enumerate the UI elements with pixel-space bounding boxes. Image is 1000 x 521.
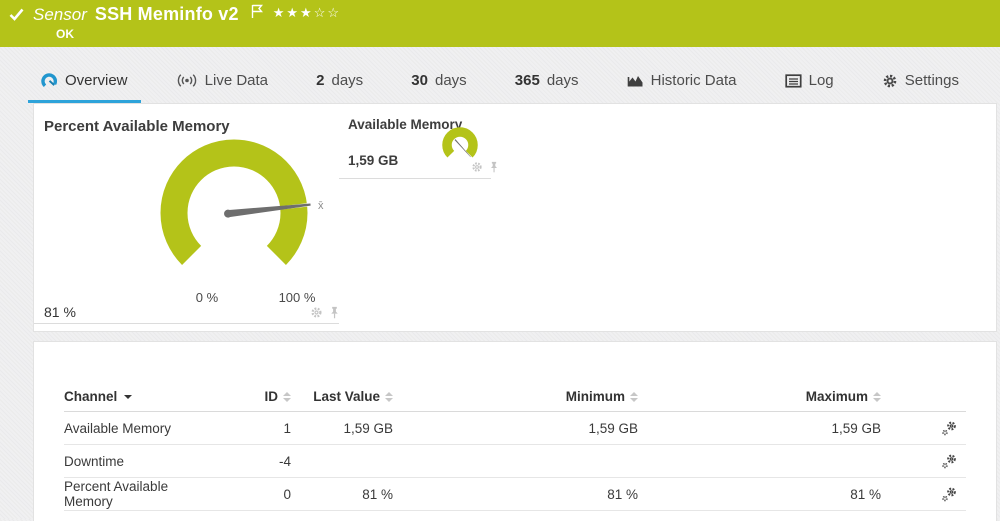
pin-icon[interactable] (489, 161, 499, 173)
table-row[interactable]: Available Memory 1 1,59 GB 1,59 GB 1,59 … (64, 412, 966, 445)
channel-table-panel: Channel ID Last Value Minimum Maximum (33, 341, 997, 521)
secondary-gauge-value: 1,59 GB (348, 153, 398, 168)
column-header-minimum[interactable]: Minimum (393, 389, 638, 404)
settings-gear-icon (882, 73, 898, 89)
table-row[interactable]: Downtime -4 (64, 445, 966, 478)
gauge-scale-max: 100 % (260, 290, 334, 305)
historic-data-icon (627, 73, 644, 88)
table-row[interactable]: Percent Available Memory 0 81 % 81 % 81 … (64, 478, 966, 511)
tile-divider (34, 323, 339, 324)
sensor-header-bar: Sensor SSH Meminfo v2 ★★★☆☆ OK (0, 0, 1000, 47)
channel-gear-icon[interactable] (310, 306, 323, 319)
column-header-id[interactable]: ID (214, 389, 291, 404)
available-memory-gauge (433, 123, 485, 165)
channel-maximum: 81 % (638, 487, 881, 502)
tab-overview[interactable]: Overview (28, 62, 141, 103)
mean-marker: x̄ (318, 200, 324, 212)
channel-name-link[interactable]: Percent Available Memory (64, 479, 214, 509)
tab-2-days[interactable]: 2 days (303, 62, 376, 103)
table-header-row: Channel ID Last Value Minimum Maximum (64, 382, 966, 412)
channel-last-value: 1,59 GB (291, 421, 393, 436)
channel-maximum: 1,59 GB (638, 421, 881, 436)
sort-icon (873, 392, 881, 402)
sort-icon (283, 392, 291, 402)
live-data-icon (176, 73, 198, 88)
tab-log[interactable]: Log (772, 62, 847, 103)
status-check-icon (8, 6, 25, 23)
sort-icon (385, 392, 393, 402)
primary-gauge-value: 81 % (44, 304, 76, 320)
tab-30-days[interactable]: 30 days (398, 62, 479, 103)
channel-settings-icon[interactable] (941, 420, 958, 437)
sort-desc-icon (124, 395, 132, 399)
column-header-channel[interactable]: Channel (64, 389, 214, 404)
sensor-tabbar: Overview Live Data 2 days 30 days 365 da… (0, 47, 1000, 103)
sort-icon (630, 392, 638, 402)
channel-last-value: 81 % (291, 487, 393, 502)
sensor-title: SSH Meminfo v2 (95, 4, 239, 25)
channel-id: -4 (214, 454, 291, 469)
overview-gauges-panel: Percent Available Memory x̄ 0 % 100 % 81… (33, 103, 997, 332)
channel-gear-icon[interactable] (471, 161, 483, 173)
channel-id: 1 (214, 421, 291, 436)
channel-minimum: 1,59 GB (393, 421, 638, 436)
priority-stars[interactable]: ★★★☆☆ (273, 5, 341, 21)
tab-365-days[interactable]: 365 days (502, 62, 592, 103)
channel-table: Channel ID Last Value Minimum Maximum (64, 382, 966, 511)
channel-settings-icon[interactable] (941, 486, 958, 503)
flag-icon[interactable] (251, 4, 263, 19)
channel-settings-icon[interactable] (941, 453, 958, 470)
channel-name-link[interactable]: Downtime (64, 454, 124, 469)
percent-available-memory-gauge: x̄ (124, 125, 354, 311)
channel-name-link[interactable]: Available Memory (64, 421, 171, 436)
tab-historic-data[interactable]: Historic Data (614, 62, 750, 103)
column-header-maximum[interactable]: Maximum (638, 389, 881, 404)
gauge-icon (41, 72, 58, 89)
column-header-last-value[interactable]: Last Value (291, 389, 393, 404)
object-type-label: Sensor (33, 5, 87, 25)
channel-minimum: 81 % (393, 487, 638, 502)
tab-settings[interactable]: Settings (869, 62, 972, 103)
tab-live-data[interactable]: Live Data (163, 62, 281, 103)
tile-divider (339, 178, 491, 179)
channel-id: 0 (214, 487, 291, 502)
gauge-scale-min: 0 % (177, 290, 237, 305)
sensor-status-badge: OK (56, 27, 74, 41)
pin-icon[interactable] (329, 306, 340, 319)
log-icon (785, 74, 802, 88)
